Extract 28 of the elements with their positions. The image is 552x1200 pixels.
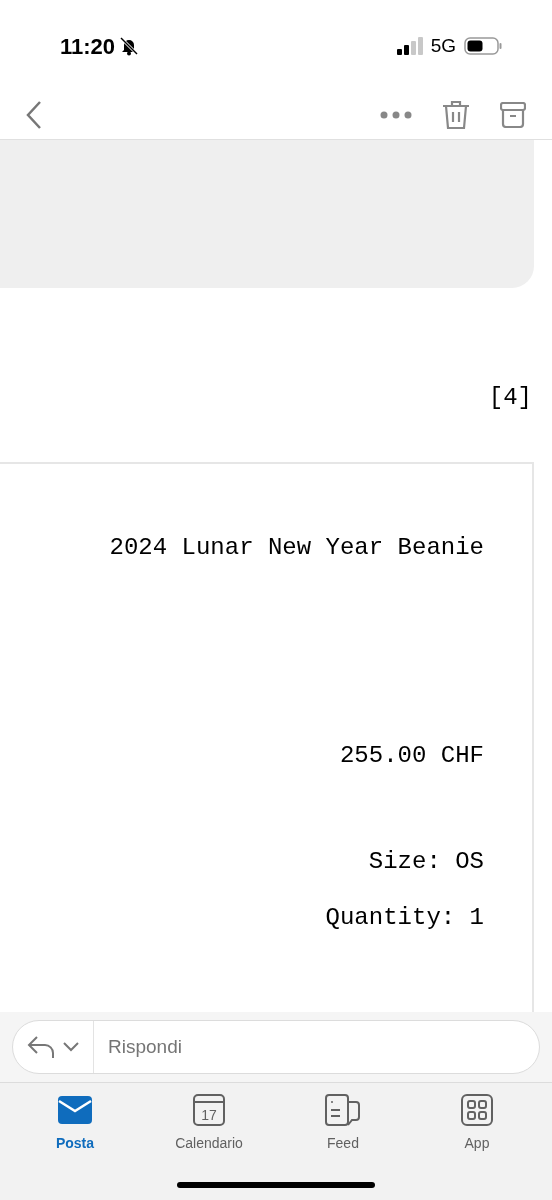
network-label: 5G bbox=[430, 33, 456, 58]
signal-icon bbox=[396, 37, 423, 55]
archive-button[interactable] bbox=[500, 101, 526, 128]
tab-bar-item[interactable]: 17 Calendario bbox=[154, 1093, 264, 1154]
product-price: 255.00 CHF bbox=[339, 741, 484, 771]
battery-icon bbox=[464, 37, 502, 55]
reference-label: [4] bbox=[488, 383, 532, 413]
reply-icon bbox=[27, 1035, 55, 1059]
product-quantity: Quantity: 1 bbox=[325, 903, 484, 933]
product-size: Size: OS bbox=[368, 847, 484, 877]
chevron-down-icon bbox=[63, 1042, 79, 1052]
tab-bar-item[interactable]: Feed bbox=[288, 1093, 398, 1154]
tab-bar-item[interactable]: Posta bbox=[20, 1093, 130, 1154]
back-icon bbox=[24, 99, 44, 130]
feed-icon bbox=[325, 1094, 361, 1126]
more-icon bbox=[380, 110, 412, 119]
reply-bar[interactable]: Rispondi bbox=[12, 1020, 540, 1074]
product-name: 2024 Lunar New Year Beanie bbox=[109, 533, 484, 563]
apps-icon bbox=[461, 1094, 493, 1126]
back-button[interactable] bbox=[24, 99, 44, 130]
more-button[interactable] bbox=[380, 110, 412, 119]
mail-icon bbox=[57, 1095, 93, 1125]
trash-icon bbox=[442, 99, 470, 130]
tab-bar-item[interactable]: App bbox=[422, 1093, 532, 1154]
archive-icon bbox=[500, 101, 526, 128]
clock-time: 11:20 bbox=[60, 32, 116, 61]
delete-button[interactable] bbox=[442, 99, 470, 130]
calendar-icon: 17 bbox=[193, 1094, 225, 1126]
